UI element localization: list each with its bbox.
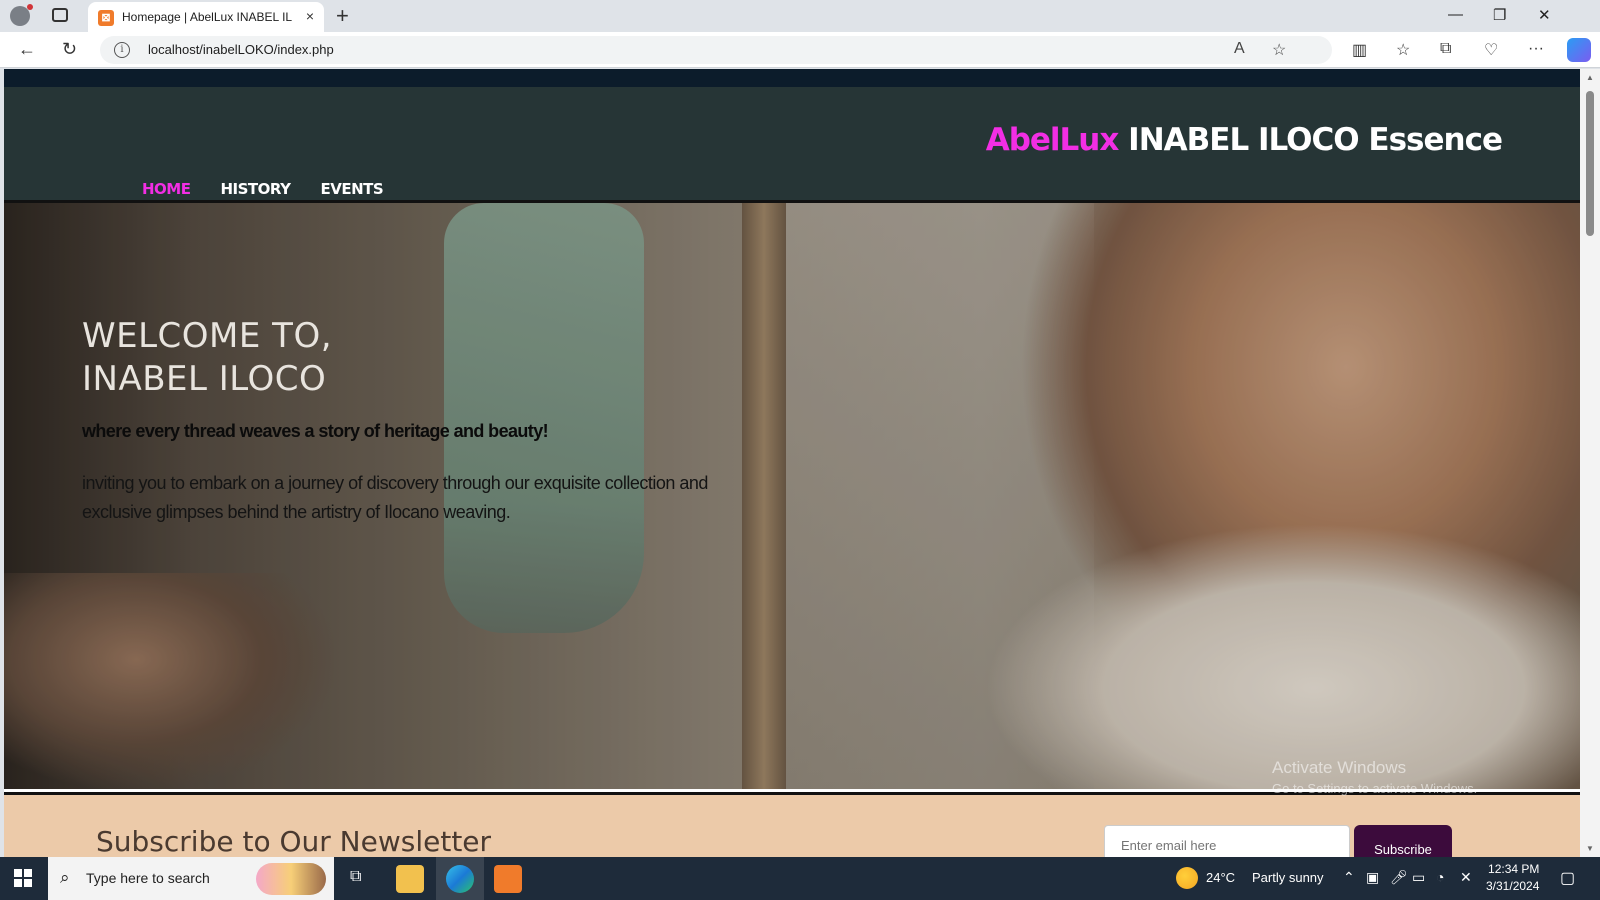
- newsletter-title: Subscribe to Our Newsletter: [96, 825, 492, 857]
- back-icon[interactable]: ←: [18, 39, 36, 60]
- site-brand[interactable]: AbelLux INABEL ILOCO Essence: [985, 122, 1503, 158]
- task-view-icon[interactable]: ⧉: [350, 868, 361, 886]
- top-strip: [4, 69, 1580, 87]
- url-field[interactable]: i localhost/inabelLOKO/index.php A ☆: [100, 36, 1332, 64]
- edge-browser-icon[interactable]: [446, 865, 474, 893]
- taskbar-search-text: Type here to search: [86, 870, 210, 886]
- brand-accent-text: AbelLux: [985, 122, 1120, 158]
- weather-temperature[interactable]: 24°C: [1206, 870, 1235, 885]
- main-nav: HOME HISTORY EVENTS: [142, 180, 384, 198]
- weather-icon[interactable]: [1176, 867, 1198, 889]
- site-info-icon[interactable]: i: [114, 42, 130, 58]
- favorites-icon[interactable]: ☆: [1396, 40, 1410, 60]
- battery-icon[interactable]: ▭: [1412, 869, 1425, 886]
- show-hidden-icons-icon[interactable]: ⌃: [1343, 869, 1355, 886]
- nav-home[interactable]: HOME: [142, 180, 191, 198]
- tab-title: Homepage | AbelLux INABEL ILOCO: [122, 10, 292, 24]
- file-explorer-icon[interactable]: [396, 865, 424, 893]
- hero-heading-line1: WELCOME TO,: [82, 316, 333, 356]
- url-text[interactable]: localhost/inabelLOKO/index.php: [148, 42, 334, 57]
- hero-heading-line2: INABEL ILOCO: [82, 359, 327, 399]
- speaker-muted-icon[interactable]: ✕: [1460, 869, 1472, 886]
- brand-rest-text: INABEL ILOCO Essence: [1128, 122, 1503, 158]
- hero-heading: WELCOME TO, INABEL ILOCO: [82, 315, 332, 401]
- hero-tagline: where every thread weaves a story of her…: [82, 421, 549, 441]
- windows-start-icon[interactable]: [14, 869, 32, 887]
- newsletter-section: Subscribe to Our Newsletter Subscribe: [4, 792, 1580, 857]
- page-viewport: AbelLux INABEL ILOCO Essence HOME HISTOR…: [4, 69, 1580, 857]
- search-highlight-art: [256, 863, 326, 895]
- nav-events[interactable]: EVENTS: [321, 180, 384, 198]
- read-aloud-icon[interactable]: A: [1234, 40, 1245, 58]
- favorite-star-icon[interactable]: ☆: [1272, 40, 1286, 60]
- watermark-title: Activate Windows: [1272, 758, 1407, 777]
- browser-tab-bar: ⊠ Homepage | AbelLux INABEL ILOCO × + — …: [0, 0, 1600, 32]
- site-header: AbelLux INABEL ILOCO Essence HOME HISTOR…: [4, 87, 1580, 203]
- watermark-subtitle: Go to Settings to activate Windows.: [1272, 781, 1478, 796]
- new-tab-icon[interactable]: +: [336, 3, 349, 29]
- notifications-icon[interactable]: ▢: [1560, 868, 1575, 888]
- address-toolbar: ← ↻ i localhost/inabelLOKO/index.php A ☆…: [0, 32, 1600, 68]
- taskbar-clock[interactable]: 12:34 PM 3/31/2024: [1486, 861, 1539, 895]
- restore-icon[interactable]: ❐: [1493, 6, 1506, 24]
- collections-icon[interactable]: ⧉: [1440, 40, 1451, 58]
- meet-now-icon[interactable]: ▣: [1366, 869, 1379, 886]
- tab-actions-icon[interactable]: [52, 8, 68, 22]
- scroll-thumb[interactable]: [1586, 91, 1594, 236]
- tab-close-icon[interactable]: ×: [306, 8, 314, 24]
- newsletter-email-input[interactable]: [1104, 825, 1350, 857]
- scroll-down-icon[interactable]: ▼: [1586, 844, 1594, 853]
- split-screen-icon[interactable]: ▥: [1352, 40, 1367, 60]
- minimize-icon[interactable]: —: [1448, 6, 1463, 23]
- hero-paragraph: inviting you to embark on a journey of d…: [82, 473, 708, 522]
- clock-time: 12:34 PM: [1488, 862, 1540, 876]
- subscribe-button[interactable]: Subscribe: [1354, 825, 1452, 857]
- copilot-icon[interactable]: [1567, 38, 1591, 62]
- weather-description[interactable]: Partly sunny: [1252, 870, 1324, 885]
- browser-essentials-icon[interactable]: ♡: [1484, 40, 1498, 60]
- nav-history[interactable]: HISTORY: [220, 180, 291, 198]
- more-options-icon[interactable]: ···: [1528, 40, 1544, 58]
- activate-windows-watermark: Activate Windows Go to Settings to activ…: [1272, 758, 1477, 796]
- taskbar-search[interactable]: ⌕ Type here to search: [48, 857, 334, 900]
- xampp-icon[interactable]: [494, 865, 522, 893]
- refresh-icon[interactable]: ↻: [62, 39, 77, 60]
- search-icon: ⌕: [60, 868, 70, 887]
- notification-dot: [27, 4, 33, 10]
- close-window-icon[interactable]: ✕: [1538, 6, 1551, 24]
- clock-date: 3/31/2024: [1486, 879, 1540, 893]
- windows-taskbar: ⌕ Type here to search ⧉ 24°C Partly sunn…: [0, 857, 1600, 900]
- page-scrollbar[interactable]: ▲ ▼: [1580, 69, 1600, 857]
- scroll-up-icon[interactable]: ▲: [1586, 73, 1594, 82]
- xampp-favicon-icon: ⊠: [98, 10, 114, 26]
- hero-banner: WELCOME TO, INABEL ILOCO where every thr…: [4, 203, 1580, 789]
- browser-tab[interactable]: ⊠ Homepage | AbelLux INABEL ILOCO ×: [88, 2, 324, 32]
- microphone-icon[interactable]: 🎤︎: [1390, 869, 1408, 886]
- wifi-icon[interactable]: ◔: [1436, 869, 1444, 885]
